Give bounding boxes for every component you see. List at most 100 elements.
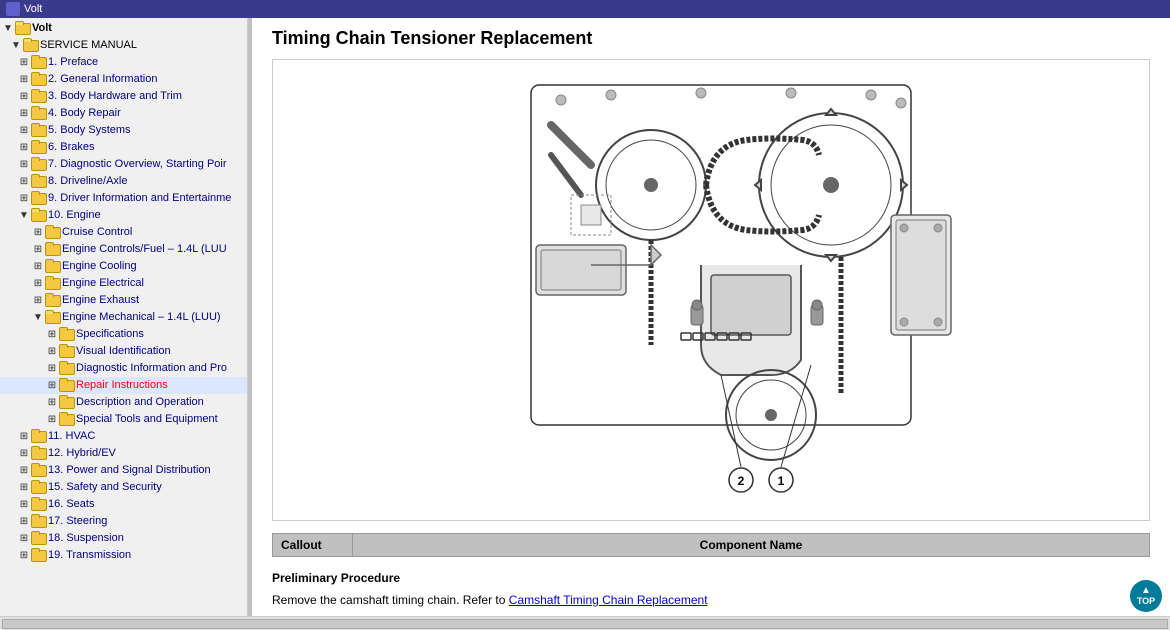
sidebar-item-transmission[interactable]: ⊞ 19. Transmission [0,547,247,564]
tree-toggle-exhaust[interactable]: ⊞ [32,293,44,308]
sidebar-item-general-info[interactable]: ⊞ 2. General Information [0,71,247,88]
procedure-text: Remove the camshaft timing chain. Refer … [272,589,1150,611]
tree-toggle-seats[interactable]: ⊞ [18,497,30,512]
sidebar-item-engine-controls[interactable]: ⊞ Engine Controls/Fuel – 1.4L (LUU [0,241,247,258]
app-container: Volt ▼ Volt ▼ SERVICE MANUAL ⊞ [0,0,1170,630]
tree-toggle-engine[interactable]: ▼ [18,208,30,223]
sidebar-item-desc-op[interactable]: ⊞ Description and Operation [0,394,247,411]
sidebar-label-dip: Diagnostic Information and Pro [76,361,227,376]
tree-toggle-volt[interactable]: ▼ [2,21,14,36]
folder-icon-hvac [30,429,46,443]
tree-toggle-cruise[interactable]: ⊞ [32,225,44,240]
sidebar-label-em: Engine Mechanical – 1.4L (LUU) [62,310,221,325]
tree-toggle-spec[interactable]: ⊞ [46,327,58,342]
tree-toggle-em[interactable]: ▼ [32,310,44,325]
tree-service-manual[interactable]: ▼ SERVICE MANUAL [0,37,247,54]
top-button[interactable]: ▲ TOP [1130,580,1162,612]
col-callout: Callout [273,534,353,557]
folder-icon-cruise [44,225,60,239]
tree-toggle-preface[interactable]: ⊞ [18,55,30,70]
sidebar-label-trans: 19. Transmission [48,548,131,563]
callout-2: 2 [738,474,745,488]
top-label: TOP [1137,596,1155,606]
sidebar-item-safety[interactable]: ⊞ 15. Safety and Security [0,479,247,496]
sidebar-label-seats: 16. Seats [48,497,94,512]
sidebar: ▼ Volt ▼ SERVICE MANUAL ⊞ 1. Preface ⊞ [0,18,248,616]
sidebar-item-driveline[interactable]: ⊞ 8. Driveline/Axle [0,173,247,190]
bottom-bar [0,616,1170,630]
folder-icon-ri [58,378,74,392]
sidebar-item-engine[interactable]: ▼ 10. Engine [0,207,247,224]
tree-toggle-do[interactable]: ⊞ [46,395,58,410]
app-title: Volt [24,3,42,15]
sidebar-label-brakes: 6. Brakes [48,140,94,155]
sidebar-item-body-systems[interactable]: ⊞ 5. Body Systems [0,122,247,139]
sidebar-item-hvac[interactable]: ⊞ 11. HVAC [0,428,247,445]
sidebar-item-steering[interactable]: ⊞ 17. Steering [0,513,247,530]
sidebar-item-preface[interactable]: ⊞ 1. Preface [0,54,247,71]
sidebar-label-ri: Repair Instructions [76,378,168,393]
folder-icon-ps [30,463,46,477]
sidebar-item-power-signal[interactable]: ⊞ 13. Power and Signal Distribution [0,462,247,479]
tree-toggle-safety[interactable]: ⊞ [18,480,30,495]
sidebar-item-engine-mechanical[interactable]: ▼ Engine Mechanical – 1.4L (LUU) [0,309,247,326]
procedure-intro: Remove the camshaft timing chain. Refer … [272,593,505,607]
sidebar-item-repair-instructions[interactable]: ⊞ Repair Instructions [0,377,247,394]
tree-toggle-dip[interactable]: ⊞ [46,361,58,376]
tree-toggle-ee[interactable]: ⊞ [32,276,44,291]
sidebar-item-brakes[interactable]: ⊞ 6. Brakes [0,139,247,156]
sidebar-item-hybrid[interactable]: ⊞ 12. Hybrid/EV [0,445,247,462]
tree-toggle-drive[interactable]: ⊞ [18,174,30,189]
tree-toggle-ps[interactable]: ⊞ [18,463,30,478]
tree-toggle-gi[interactable]: ⊞ [18,72,30,87]
folder-icon-bh [30,89,46,103]
tree-toggle-ri[interactable]: ⊞ [46,378,58,393]
sidebar-item-diagnostic[interactable]: ⊞ 7. Diagnostic Overview, Starting Poir [0,156,247,173]
tree-toggle-hvac[interactable]: ⊞ [18,429,30,444]
tree-toggle-bh[interactable]: ⊞ [18,89,30,104]
callout-1: 1 [778,474,785,488]
sidebar-item-special-tools[interactable]: ⊞ Special Tools and Equipment [0,411,247,428]
tree-toggle-diag[interactable]: ⊞ [18,157,30,172]
sidebar-item-visual-id[interactable]: ⊞ Visual Identification [0,343,247,360]
sidebar-item-driver-info[interactable]: ⊞ 9. Driver Information and Entertainme [0,190,247,207]
tree-toggle-bs[interactable]: ⊞ [18,123,30,138]
tree-toggle-br[interactable]: ⊞ [18,106,30,121]
sidebar-label-bh: 3. Body Hardware and Trim [48,89,182,104]
sidebar-item-engine-cooling[interactable]: ⊞ Engine Cooling [0,258,247,275]
tree-toggle-steer[interactable]: ⊞ [18,514,30,529]
tree-toggle-cooling[interactable]: ⊞ [32,259,44,274]
tree-toggle-ec[interactable]: ⊞ [32,242,44,257]
folder-icon-preface [30,55,46,69]
sidebar-item-seats[interactable]: ⊞ 16. Seats [0,496,247,513]
sidebar-item-engine-electrical[interactable]: ⊞ Engine Electrical [0,275,247,292]
tree-toggle-hybrid[interactable]: ⊞ [18,446,30,461]
folder-icon-st [58,412,74,426]
tree-toggle-susp[interactable]: ⊞ [18,531,30,546]
sidebar-item-diag-info[interactable]: ⊞ Diagnostic Information and Pro [0,360,247,377]
tree-toggle-vi[interactable]: ⊞ [46,344,58,359]
folder-icon-vi [58,344,74,358]
sidebar-item-cruise[interactable]: ⊞ Cruise Control [0,224,247,241]
folder-icon-di [30,191,46,205]
sidebar-item-body-hardware[interactable]: ⊞ 3. Body Hardware and Trim [0,88,247,105]
sidebar-item-engine-exhaust[interactable]: ⊞ Engine Exhaust [0,292,247,309]
horizontal-scrollbar[interactable] [2,619,1168,629]
camshaft-timing-link[interactable]: Camshaft Timing Chain Replacement [509,593,708,607]
tree-toggle-sm[interactable]: ▼ [10,38,22,53]
sidebar-item-suspension[interactable]: ⊞ 18. Suspension [0,530,247,547]
tree-toggle-st[interactable]: ⊞ [46,412,58,427]
tree-root-volt[interactable]: ▼ Volt [0,20,247,37]
tree-toggle-brakes[interactable]: ⊞ [18,140,30,155]
folder-icon-diag [30,157,46,171]
diagram-container: 2 1 [272,59,1150,521]
tree-toggle-trans[interactable]: ⊞ [18,548,30,563]
sidebar-item-specifications[interactable]: ⊞ Specifications [0,326,247,343]
folder-icon-bs [30,123,46,137]
sidebar-label-bs: 5. Body Systems [48,123,131,138]
sidebar-item-body-repair[interactable]: ⊞ 4. Body Repair [0,105,247,122]
tree-toggle-di[interactable]: ⊞ [18,191,30,206]
folder-icon-seats [30,497,46,511]
sidebar-label-cruise: Cruise Control [62,225,132,240]
folder-icon-brakes [30,140,46,154]
